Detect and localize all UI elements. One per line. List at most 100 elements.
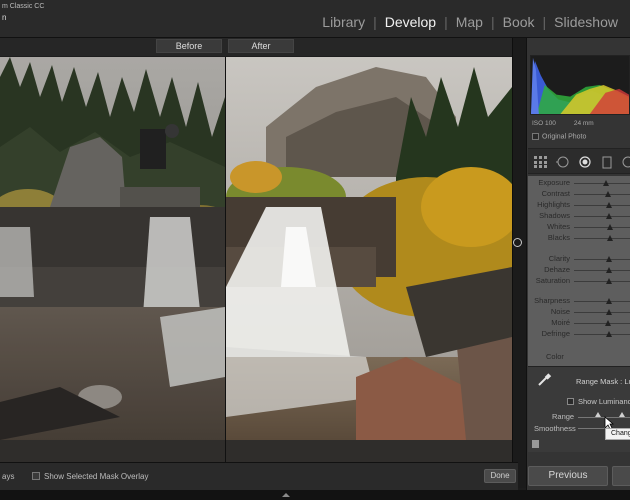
module-bar: m Classic CC n Library | Develop | Map |… [0,0,630,38]
slider-shadows[interactable]: Shadows [528,211,630,222]
smoothness-label: Smoothness [534,424,576,433]
slider-thumb[interactable] [605,267,612,273]
show-luminance-checkbox[interactable] [567,398,574,405]
slider-label: Blacks [547,233,570,242]
graduated-filter-icon[interactable] [602,156,612,169]
slider-whites[interactable]: Whites [528,222,630,233]
previous-button[interactable]: Previous [528,466,608,486]
slider-track[interactable] [574,216,630,217]
slider-label: Highlights [537,200,570,209]
slider-contrast[interactable]: Contrast [528,189,630,200]
module-picker: Library | Develop | Map | Book | Slidesh… [322,14,618,30]
module-separator: | [490,14,495,30]
slider-thumb[interactable] [604,320,611,326]
slider-thumb[interactable] [606,278,613,284]
slider-track[interactable] [574,194,630,195]
slider-thumb[interactable] [605,298,612,304]
adjustment-sliders: Exposure Contrast Highlights Shadows Whites B… [528,176,630,366]
compare-divider[interactable] [225,57,226,440]
slider-thumb[interactable] [603,180,610,186]
slider-track[interactable] [574,259,630,260]
slider-exposure[interactable]: Exposure [528,178,630,189]
slider-blacks[interactable]: Blacks [528,233,630,244]
slider-track[interactable] [574,183,630,184]
slider-thumb[interactable] [605,256,612,262]
histogram [530,55,630,115]
original-photo-label: Original Photo [542,133,587,141]
app-name: m Classic CC [2,3,45,10]
slider-sharpness[interactable]: Sharpness [528,296,630,307]
exif-info: ISO 100 24 mm [532,120,630,127]
slider-label: Contrast [541,189,570,198]
slider-label: Saturation [535,276,570,285]
radial-filter-icon[interactable] [578,156,592,168]
panel-lock-icon[interactable] [532,440,539,448]
slider-label: Sharpness [534,296,570,305]
original-photo-checkbox[interactable] [532,133,539,140]
slider-track[interactable] [574,334,630,335]
module-separator: | [444,14,448,30]
photo-preview[interactable] [0,57,512,440]
slider-track[interactable] [574,270,630,271]
module-book[interactable]: Book [503,14,535,30]
range-mask-label[interactable]: Range Mask : Lum [576,377,630,386]
tooltip: Chang [605,428,630,440]
filmstrip-toggle-icon[interactable] [282,493,290,497]
crop-grid-icon[interactable] [534,156,548,168]
adjustment-brush-icon[interactable] [622,156,630,168]
focal-length-value: 24 mm [573,120,594,127]
slider-label: Moiré [551,318,570,327]
slider-dehaze[interactable]: Dehaze [528,265,630,276]
slider-label: Clarity [548,254,570,263]
slider-thumb[interactable] [605,331,612,337]
compare-header: Before After [0,38,518,56]
slider-label: Exposure [538,178,570,187]
range-high-thumb[interactable] [619,412,626,417]
slider-thumb[interactable] [605,309,612,315]
module-separator: | [373,14,377,30]
range-label: Range [552,412,575,421]
slider-thumb[interactable] [605,202,612,208]
slider-thumb[interactable] [606,224,613,230]
slider-label: Whites [547,222,570,231]
slider-highlights[interactable]: Highlights [528,200,630,211]
slider-saturation[interactable]: Saturation [528,276,630,287]
after-label: After [228,39,294,53]
toolbar-left-text: ays [2,472,15,481]
slider-thumb[interactable] [607,235,614,241]
show-luminance-label: Show Luminance [578,397,630,406]
slider-label: Shadows [539,211,570,220]
slider-thumb[interactable] [604,191,611,197]
photo-lower-strip [0,440,512,462]
slider-track[interactable] [574,281,630,282]
slider-track[interactable] [574,312,630,313]
slider-clarity[interactable]: Clarity [528,254,630,265]
module-develop[interactable]: Develop [385,14,436,30]
module-library[interactable]: Library [322,14,365,30]
slider-track[interactable] [574,323,630,324]
slider-track[interactable] [574,301,630,302]
mask-overlay-checkbox[interactable] [32,472,40,480]
mask-overlay-label: Show Selected Mask Overlay [44,472,149,481]
module-slideshow[interactable]: Slideshow [554,14,618,30]
eyedropper-icon[interactable] [536,372,552,388]
scroll-handle[interactable] [513,238,522,247]
range-low-thumb[interactable] [594,412,601,417]
module-separator: | [542,14,547,30]
done-button[interactable]: Done [484,469,516,483]
reset-button[interactable] [612,466,630,486]
slider-moir[interactable]: Moiré [528,318,630,329]
panel-rail[interactable] [512,38,526,488]
spot-removal-icon[interactable] [556,156,570,168]
slider-noise[interactable]: Noise [528,307,630,318]
original-photo-row[interactable]: Original Photo [532,133,586,140]
before-label: Before [156,39,222,53]
slider-label: Noise [550,307,570,316]
module-map[interactable]: Map [456,14,483,30]
slider-thumb[interactable] [605,213,612,219]
slider-label: Dehaze [544,265,570,274]
slider-defringe[interactable]: Defringe [528,329,630,340]
slider-track[interactable] [574,238,630,239]
slider-track[interactable] [574,205,630,206]
slider-track[interactable] [574,227,630,228]
